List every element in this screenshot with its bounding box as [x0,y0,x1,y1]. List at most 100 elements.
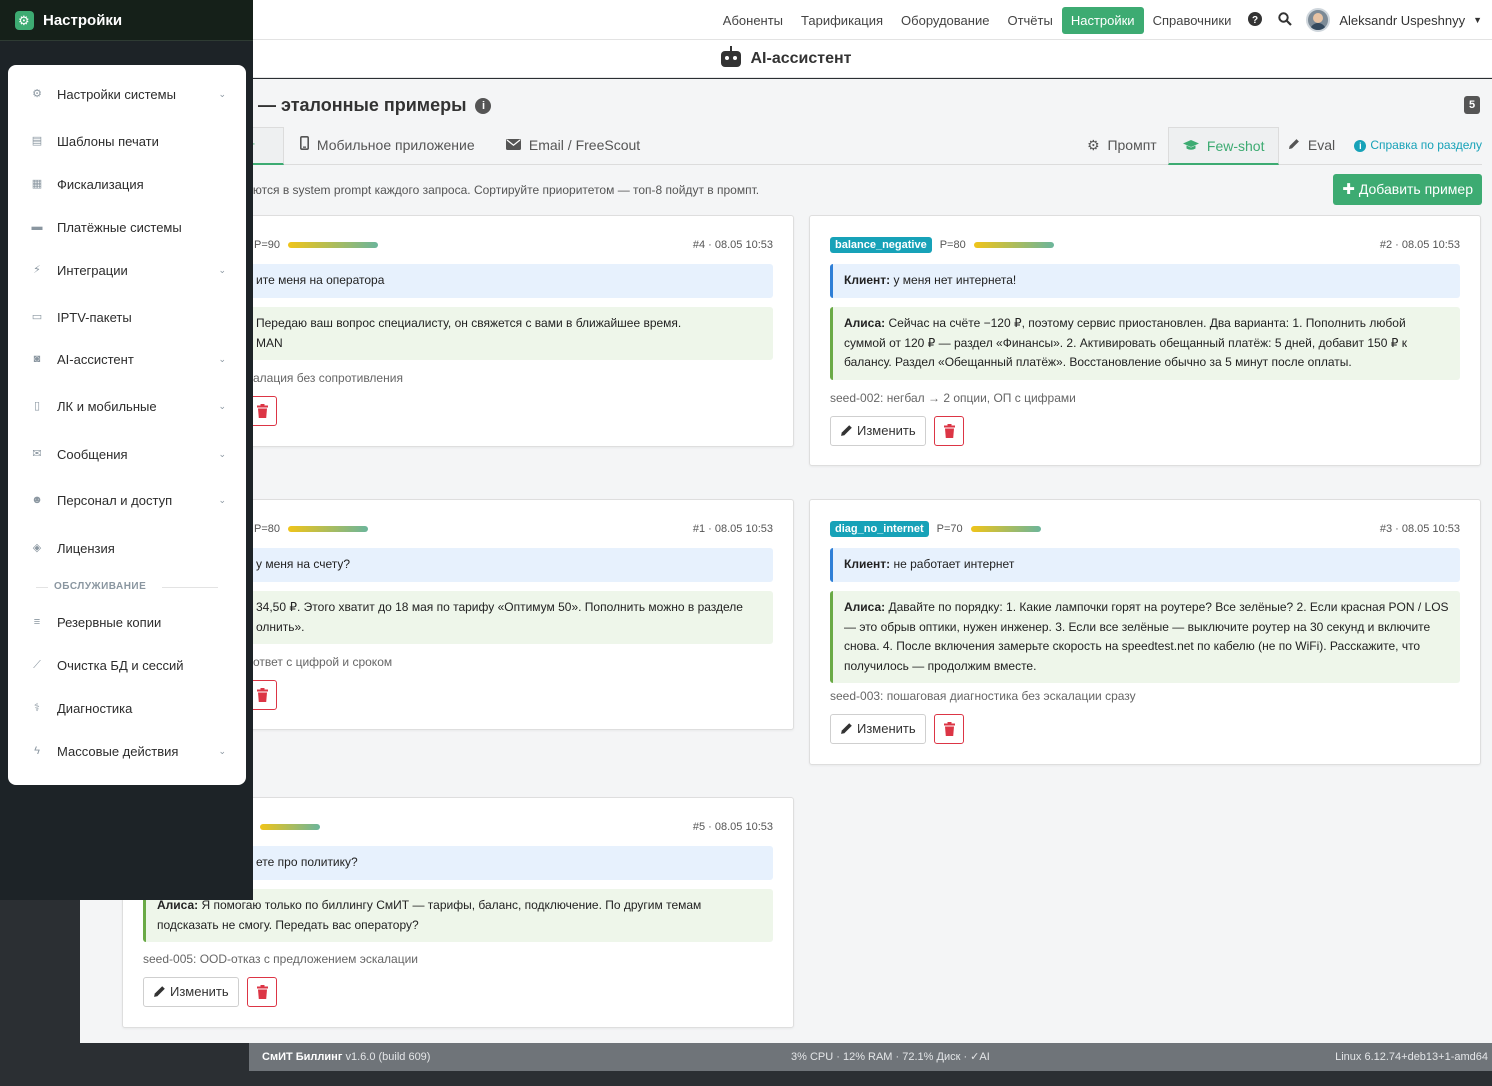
sidebar-item-bulk-actions[interactable]: ϟ Массовые действия ⌄ [8,736,246,766]
sidebar-item-label: Персонал и доступ [57,492,173,508]
shield-icon: ◈ [32,542,42,554]
sidebar-header[interactable]: Настройки [0,0,253,41]
nav-reports[interactable]: Отчёты [998,7,1061,34]
client-text: ите меня на оператора [256,273,385,287]
trash-icon [944,424,955,438]
status-footer: СмИТ Биллинг v1.6.0 (build 609) 3% CPU ·… [249,1043,1492,1071]
bot-prefix: Алиса: [844,600,886,614]
intent-tag: diag_no_internet [830,521,929,537]
delete-button[interactable] [934,416,964,446]
pencil-icon [841,723,852,734]
footer-stats: 3% CPU · 12% RAM · 72.1% Диск · ✓AI [791,1051,990,1063]
user-menu[interactable]: Aleksandr Uspeshnyy ▼ [1300,8,1492,32]
search-icon[interactable] [1270,11,1300,29]
trash-icon [257,688,268,702]
sidebar-menu: ⚙ Настройки системы ⌄ ▤ Шаблоны печати ▦… [8,65,246,785]
database-icon: ≡ [33,616,41,628]
broom-icon: ⟋ [33,659,41,671]
client-message: Клиент: не работает интернет [830,548,1460,582]
sidebar-item-messages[interactable]: ✉ Сообщения ⌄ [8,439,246,469]
edit-label: Изменить [857,423,916,438]
client-text: не работает интернет [893,557,1015,571]
card-meta: #2 · 08.05 10:53 [1379,239,1460,251]
bot-text-line: Передаю ваш вопрос специалисту, он свяже… [256,316,682,330]
section-title-text: — эталонные примеры [258,95,467,115]
delete-button[interactable] [247,977,277,1007]
tab-email[interactable]: Email / FreeScout [492,127,654,165]
robot-icon: ◙ [33,353,41,365]
priority-bar [260,824,320,830]
tab-eval[interactable]: Eval [1274,127,1349,165]
sidebar-item-system-settings[interactable]: ⚙ Настройки системы ⌄ [8,79,246,109]
plus-icon: ✚ [1342,181,1355,198]
settings-sidebar: Настройки ⚙ Настройки системы ⌄ ▤ Шаблон… [0,0,253,900]
sidebar-item-diagnostics[interactable]: ⚕ Диагностика [8,693,246,723]
envelope-icon: ✉ [32,448,42,460]
tv-icon: ▭ [31,311,43,323]
sidebar-item-label: Платёжные системы [57,219,182,235]
priority-label: P=80 [939,239,966,251]
sidebar-item-staff-access[interactable]: ☻ Персонал и доступ ⌄ [8,485,246,515]
edit-button[interactable]: Изменить [830,714,926,744]
card-note: ответ с цифрой и сроком [253,655,393,669]
priority-bar [288,242,378,248]
bolt-icon: ϟ [34,745,40,757]
footer-app: СмИТ Биллинг v1.6.0 (build 609) [262,1043,430,1071]
nav-equipment[interactable]: Оборудование [892,7,998,34]
card-meta: #3 · 08.05 10:53 [1379,523,1460,535]
graduation-cap-icon [1183,138,1203,154]
card-note: seed-002: негбал → 2 опции, ОП с цифрами [830,391,1076,405]
nav-tariffs[interactable]: Тарификация [792,7,892,34]
client-message: Клиент: у меня нет интернета! [830,264,1460,298]
sidebar-item-ai-assistant[interactable]: ◙ AI-ассистент ⌄ [8,344,246,374]
sidebar-item-lk-mobile[interactable]: ▯ ЛК и мобильные ⌄ [8,391,246,421]
cogs-icon: ⚙ [32,88,42,100]
priority-bar [288,526,368,532]
sidebar-item-db-cleanup[interactable]: ⟋ Очистка БД и сессий [8,650,246,680]
sidebar-item-backups[interactable]: ≡ Резервные копии [8,607,246,637]
bot-text-line: MAN [256,335,283,350]
section-title: — эталонные примеры i [258,95,492,116]
info-icon: i [1354,140,1367,152]
sidebar-item-print-templates[interactable]: ▤ Шаблоны печати [8,126,246,156]
nav-settings[interactable]: Настройки [1061,6,1144,34]
gear-icon: ⚙ [1087,137,1100,153]
settings-logo-icon [15,10,34,30]
edit-button[interactable]: Изменить [143,977,239,1007]
help-icon[interactable]: ? [1240,11,1270,29]
nav-directories[interactable]: Справочники [1144,7,1241,34]
svg-text:?: ? [1252,15,1258,26]
priority-bar [973,242,1054,248]
example-card: balance_negative P=80 #2 · 08.05 10:53 К… [809,215,1481,466]
chevron-down-icon: ⌄ [218,88,226,99]
sidebar-item-fiscalization[interactable]: ▦ Фискализация [8,169,246,199]
nav-subscribers[interactable]: Абоненты [714,7,792,34]
bottom-strip [0,1071,1492,1086]
add-example-button[interactable]: ✚ Добавить пример [1333,174,1482,205]
card-note: seed-003: пошаговая диагностика без эска… [830,689,1136,703]
sidebar-item-label: IPTV-пакеты [57,309,132,325]
edit-button[interactable]: Изменить [830,416,926,446]
sidebar-item-label: Резервные копии [57,614,162,630]
trash-icon [257,404,268,418]
sidebar-item-label: Очистка БД и сессий [57,657,184,673]
bot-text-line: 34,50 ₽. Этого хватит до 18 мая по тариф… [256,600,743,614]
sidebar-item-iptv[interactable]: ▭ IPTV-пакеты [8,302,246,332]
page-title: AI-ассистент [720,45,852,68]
background-strip [0,900,80,1071]
tab-mobile[interactable]: Мобильное приложение [286,127,489,165]
client-text: ете про политику? [256,855,358,869]
tab-few-shot[interactable]: Few-shot [1168,127,1280,165]
sidebar-item-label: ЛК и мобильные [57,398,157,414]
tab-prompt-label: Промпт [1107,137,1157,153]
priority-label: P=90 [254,239,280,251]
sidebar-item-license[interactable]: ◈ Лицензия [8,533,246,563]
info-icon[interactable]: i [475,97,492,114]
section-help-link[interactable]: i Справка по разделу [1354,127,1482,165]
sidebar-item-payment-systems[interactable]: ▬ Платёжные системы [8,212,246,242]
count-badge: 5 [1464,96,1480,114]
pencil-icon [841,425,852,436]
tab-prompt[interactable]: ⚙ Промпт [1073,127,1171,165]
sidebar-item-integrations[interactable]: ⚡ Интеграции ⌄ [8,255,246,285]
delete-button[interactable] [934,714,964,744]
